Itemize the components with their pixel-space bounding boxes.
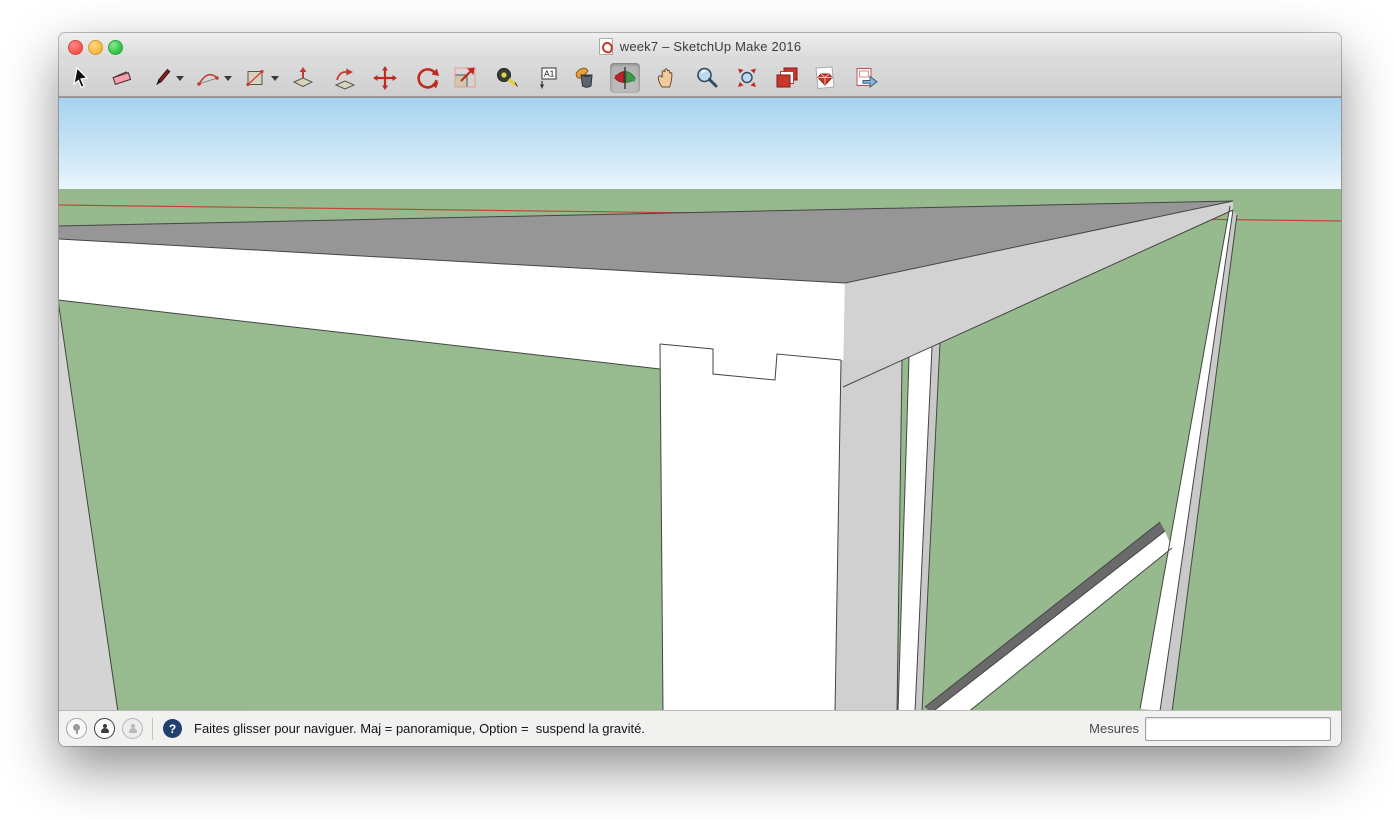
tape-measure-tool-button[interactable] <box>492 63 522 93</box>
viewport-3d[interactable] <box>59 97 1341 712</box>
status-text: Faites glisser pour naviguer. Maj = pano… <box>194 721 645 736</box>
sky <box>59 98 1341 192</box>
warehouse-models-icon <box>776 67 798 88</box>
pan-hand-icon <box>657 68 673 88</box>
window-title: week7 – SketchUp Make 2016 <box>619 39 802 54</box>
measurements-input[interactable] <box>1145 716 1331 741</box>
measurements-group: Mesures <box>1089 716 1331 741</box>
push-pull-icon <box>292 67 314 88</box>
zoom-tool-button[interactable] <box>692 63 722 93</box>
measurements-label: Mesures <box>1089 721 1139 736</box>
credits-icon[interactable] <box>94 718 115 739</box>
pin-glyph <box>73 723 80 734</box>
pencil-line-icon <box>156 68 171 86</box>
arc-icon <box>197 73 219 86</box>
rectangle-icon <box>246 69 264 87</box>
person-glyph-light <box>128 723 137 734</box>
sketchup-window: week7 – SketchUp Make 2016 A1 ? Faites g… <box>59 33 1341 746</box>
sign-in-icon[interactable] <box>122 718 143 739</box>
extension-warehouse-tool-button[interactable] <box>810 63 840 93</box>
select-tool-button[interactable] <box>67 63 97 93</box>
extension-warehouse-icon <box>815 66 835 90</box>
rectangle-tool-button[interactable] <box>240 63 270 93</box>
person-glyph-dark <box>100 723 109 734</box>
arc-dropdown-arrow[interactable] <box>224 76 232 81</box>
status-bar: ? Faites glisser pour naviguer. Maj = pa… <box>59 710 1341 746</box>
text-icon: A1 <box>540 67 557 89</box>
select-arrow-icon <box>73 66 89 89</box>
rotate-tool-button[interactable] <box>413 63 443 93</box>
rotate-icon <box>417 68 439 89</box>
paint-bucket-icon <box>575 67 593 88</box>
scale-icon <box>454 67 476 88</box>
title-group: week7 – SketchUp Make 2016 <box>59 33 1341 60</box>
status-divider <box>152 717 153 740</box>
orbit-tool-button[interactable] <box>610 63 640 93</box>
centre-post-side-face <box>835 360 902 712</box>
warehouse-models-tool-button[interactable] <box>772 63 802 93</box>
geolocation-icon[interactable] <box>66 718 87 739</box>
pan-tool-button[interactable] <box>652 63 682 93</box>
move-tool-button[interactable] <box>370 63 400 93</box>
eraser-icon <box>112 71 132 85</box>
document-icon <box>598 38 613 55</box>
follow-me-tool-button[interactable] <box>330 63 360 93</box>
line-dropdown-arrow[interactable] <box>176 76 184 81</box>
scale-tool-button[interactable] <box>450 63 480 93</box>
send-to-layout-icon <box>856 68 878 88</box>
tape-measure-icon <box>497 68 518 87</box>
paint-bucket-tool-button[interactable] <box>570 63 600 93</box>
move-icon <box>373 66 397 90</box>
zoom-magnifier-icon <box>697 67 718 88</box>
arc-tool-button[interactable] <box>193 63 223 93</box>
model-scene <box>59 98 1341 712</box>
line-tool-button[interactable] <box>147 63 177 93</box>
zoom-extents-icon <box>738 68 756 87</box>
zoom-extents-tool-button[interactable] <box>732 63 762 93</box>
desktop: { "window": { "title": "week7 – SketchUp… <box>0 0 1394 819</box>
left-wall-panel <box>59 300 663 712</box>
send-to-layout-tool-button[interactable] <box>852 63 882 93</box>
help-glyph: ? <box>168 721 177 736</box>
title-bar[interactable]: week7 – SketchUp Make 2016 <box>59 33 1341 61</box>
orbit-icon <box>614 67 636 89</box>
push-pull-tool-button[interactable] <box>288 63 318 93</box>
follow-me-icon <box>334 68 356 90</box>
text-tool-button[interactable]: A1 <box>532 63 562 93</box>
help-icon[interactable]: ? <box>163 719 182 738</box>
toolbar: A1 <box>59 60 1341 97</box>
rectangle-dropdown-arrow[interactable] <box>271 76 279 81</box>
eraser-tool-button[interactable] <box>107 63 137 93</box>
svg-text:A1: A1 <box>544 69 555 79</box>
